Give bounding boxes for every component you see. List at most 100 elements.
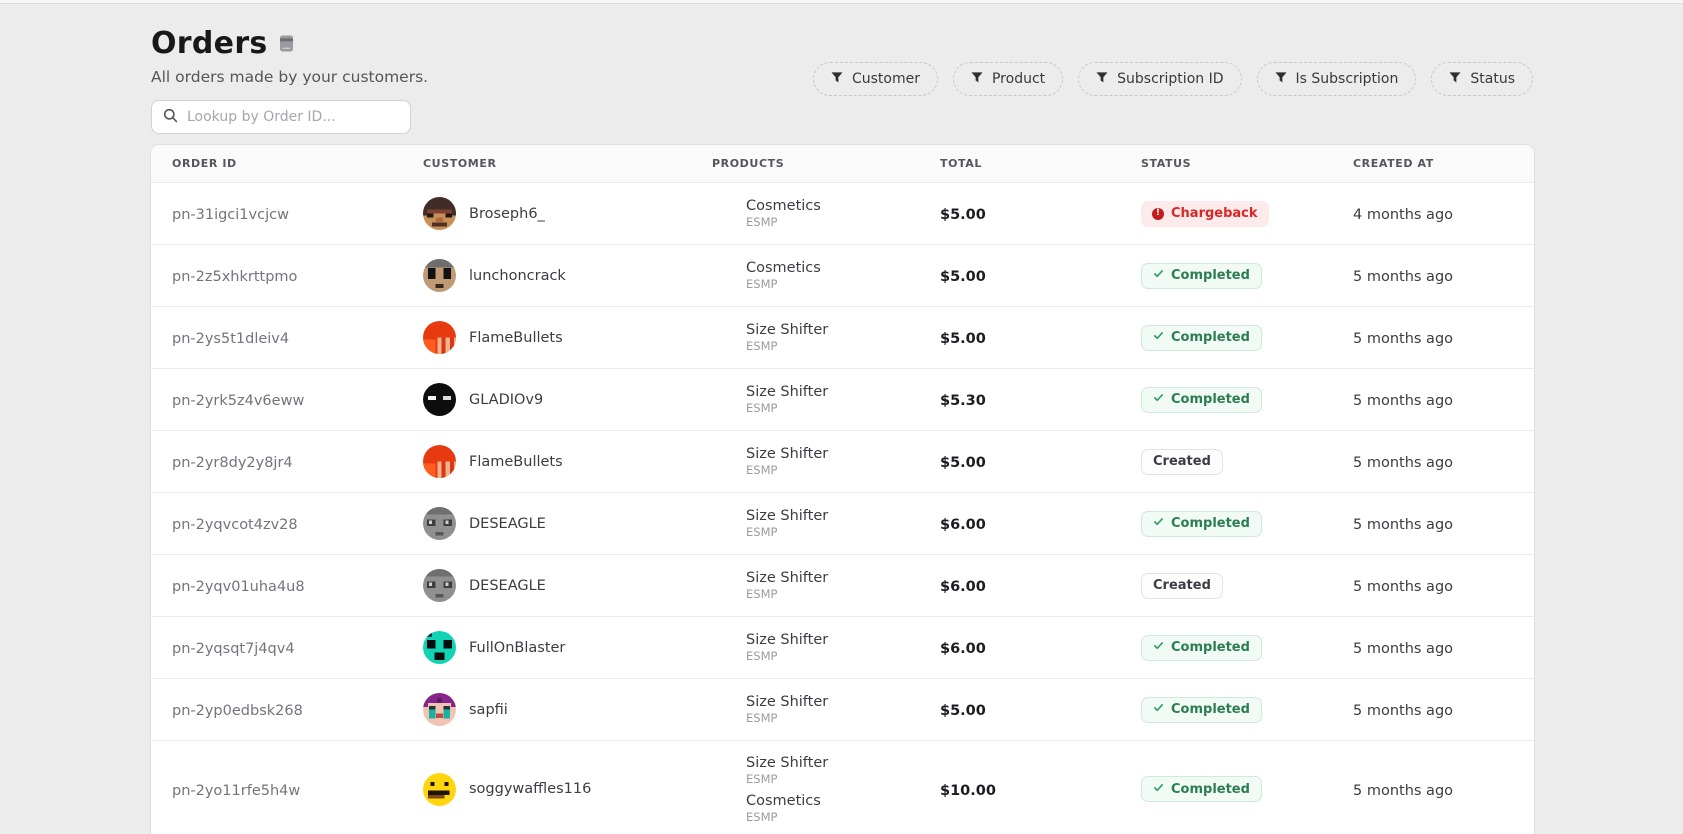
table-row[interactable]: pn-2yqsqt7j4qv4FullOnBlasterSize Shifter…	[151, 616, 1534, 678]
status-badge: Completed	[1141, 697, 1262, 723]
product-store: ESMP	[746, 650, 940, 664]
customer-avatar	[423, 383, 456, 416]
order-id: pn-2yqv01uha4u8	[172, 579, 305, 595]
customer-avatar	[423, 569, 456, 602]
filter-label: Product	[992, 71, 1045, 87]
table-row[interactable]: pn-2yr8dy2y8jr4FlameBulletsSize ShifterE…	[151, 430, 1534, 492]
total-cell: $5.00	[940, 452, 1141, 471]
status-cell: Completed	[1141, 776, 1353, 802]
status-cell: Created	[1141, 573, 1353, 599]
total-cell: $6.00	[940, 638, 1141, 657]
table-row[interactable]: pn-2z5xhkrttpmolunchoncrackCosmeticsESMP…	[151, 244, 1534, 306]
order-id-cell: pn-2yqv01uha4u8	[151, 576, 423, 595]
product-item: Size ShifterESMP	[746, 321, 940, 354]
customer-cell: GLADIOv9	[423, 383, 712, 416]
table-row[interactable]: pn-2yqv01uha4u8DESEAGLESize ShifterESMP$…	[151, 554, 1534, 616]
order-id: pn-2yqvcot4zv28	[172, 517, 298, 533]
filter-button-status[interactable]: Status	[1431, 62, 1533, 96]
status-label: Completed	[1171, 516, 1250, 531]
status-cell: Created	[1141, 449, 1353, 475]
status-badge: Completed	[1141, 387, 1262, 413]
status-label: Completed	[1171, 782, 1250, 797]
product-name: Size Shifter	[746, 569, 940, 587]
search-icon	[163, 108, 178, 127]
products-cell: Size ShifterESMP	[712, 693, 940, 726]
products-cell: Size ShifterESMP	[712, 631, 940, 664]
product-store: ESMP	[746, 340, 940, 354]
product-name: Cosmetics	[746, 792, 940, 810]
page-header: Orders All orders made by your customers…	[151, 26, 428, 134]
customer-avatar	[423, 773, 456, 806]
table-row[interactable]: pn-2ys5t1dleiv4FlameBulletsSize ShifterE…	[151, 306, 1534, 368]
order-total: $5.00	[940, 269, 986, 285]
status-cell: Completed	[1141, 263, 1353, 289]
status-label: Completed	[1171, 392, 1250, 407]
product-name: Size Shifter	[746, 631, 940, 649]
column-header-order-id: Order ID	[151, 157, 423, 170]
funnel-filter-icon	[1275, 71, 1287, 87]
status-cell: Completed	[1141, 325, 1353, 351]
status-label: Created	[1153, 578, 1211, 593]
created-at-cell: 5 months ago	[1353, 390, 1534, 409]
status-cell: Completed	[1141, 635, 1353, 661]
products-cell: CosmeticsESMP	[712, 197, 940, 230]
created-at-cell: 5 months ago	[1353, 700, 1534, 719]
status-badge: !Chargeback	[1141, 201, 1269, 227]
customer-avatar	[423, 197, 456, 230]
status-cell: Completed	[1141, 511, 1353, 537]
product-item: Size ShifterESMP	[746, 631, 940, 664]
created-at-cell: 4 months ago	[1353, 204, 1534, 223]
customer-cell: Broseph6_	[423, 197, 712, 230]
check-icon	[1153, 268, 1164, 283]
filter-button-is-subscription[interactable]: Is Subscription	[1257, 62, 1417, 96]
created-at: 5 months ago	[1353, 579, 1453, 595]
customer-cell: soggywaffles116	[423, 773, 712, 806]
order-total: $5.00	[940, 455, 986, 471]
created-at: 5 months ago	[1353, 703, 1453, 719]
customer-name: sapfii	[469, 702, 508, 718]
product-store: ESMP	[746, 712, 940, 726]
product-item: Size ShifterESMP	[746, 754, 940, 787]
column-header-total: Total	[940, 157, 1141, 170]
filter-button-customer[interactable]: Customer	[813, 62, 938, 96]
created-at-cell: 5 months ago	[1353, 328, 1534, 347]
table-row[interactable]: pn-31igci1vcjcwBroseph6_CosmeticsESMP$5.…	[151, 182, 1534, 244]
page-title: Orders	[151, 26, 268, 61]
product-name: Size Shifter	[746, 754, 940, 772]
products-cell: Size ShifterESMP	[712, 569, 940, 602]
filter-bar: Customer Product Subscription ID Is Subscri…	[813, 62, 1533, 96]
product-store: ESMP	[746, 464, 940, 478]
order-total: $5.00	[940, 703, 986, 719]
order-id-cell: pn-2yr8dy2y8jr4	[151, 452, 423, 471]
filter-label: Customer	[852, 71, 920, 87]
check-icon	[1153, 516, 1164, 531]
alert-icon: !	[1152, 208, 1164, 220]
product-item: Size ShifterESMP	[746, 569, 940, 602]
filter-button-product[interactable]: Product	[953, 62, 1063, 96]
order-search[interactable]	[151, 100, 411, 134]
filter-button-subscription-id[interactable]: Subscription ID	[1078, 62, 1241, 96]
status-badge: Completed	[1141, 776, 1262, 802]
status-label: Completed	[1171, 330, 1250, 345]
product-item: Size ShifterESMP	[746, 693, 940, 726]
filter-label: Is Subscription	[1296, 71, 1399, 87]
filter-label: Subscription ID	[1117, 71, 1223, 87]
table-row[interactable]: pn-2yrk5z4v6ewwGLADIOv9Size ShifterESMP$…	[151, 368, 1534, 430]
funnel-filter-icon	[971, 71, 983, 87]
product-store: ESMP	[746, 526, 940, 540]
product-item: CosmeticsESMP	[746, 197, 940, 230]
book-icon	[279, 35, 294, 52]
customer-cell: sapfii	[423, 693, 712, 726]
products-cell: Size ShifterESMP	[712, 507, 940, 540]
customer-cell: lunchoncrack	[423, 259, 712, 292]
table-row[interactable]: pn-2yo11rfe5h4wsoggywaffles116Size Shift…	[151, 740, 1534, 834]
order-total: $6.00	[940, 579, 986, 595]
table-row[interactable]: pn-2yp0edbsk268sapfiiSize ShifterESMP$5.…	[151, 678, 1534, 740]
product-store: ESMP	[746, 588, 940, 602]
product-name: Size Shifter	[746, 445, 940, 463]
customer-cell: FlameBullets	[423, 321, 712, 354]
customer-name: DESEAGLE	[469, 516, 546, 532]
search-input[interactable]	[187, 109, 399, 125]
product-store: ESMP	[746, 278, 940, 292]
table-row[interactable]: pn-2yqvcot4zv28DESEAGLESize ShifterESMP$…	[151, 492, 1534, 554]
